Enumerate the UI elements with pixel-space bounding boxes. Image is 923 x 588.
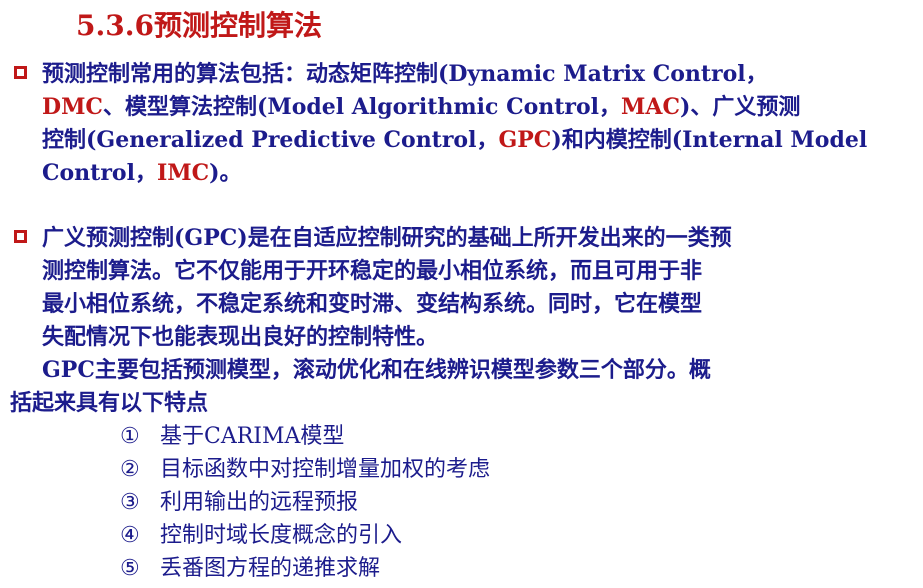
list-item: ⑤ 丢番图方程的递推求解 bbox=[120, 552, 490, 585]
list-number: ③ bbox=[120, 490, 140, 515]
para1-line-4: Control，IMC)。 bbox=[42, 157, 890, 190]
dmc-abbrev: DMC bbox=[42, 94, 103, 120]
para1-text: 预测控制常用的算法包括：动态矩阵控制(Dynamic Matrix Contro… bbox=[42, 61, 768, 87]
page-title: 5.3.6预测控制算法 bbox=[76, 9, 322, 42]
para1-text: 、模型算法控制(Model Algorithmic Control， bbox=[102, 94, 622, 120]
para1-text: 控制(Generalized Predictive Control， bbox=[42, 127, 499, 153]
algorithms-paragraph: 预测控制常用的算法包括：动态矩阵控制(Dynamic Matrix Contro… bbox=[42, 58, 890, 190]
list-number: ④ bbox=[120, 523, 140, 548]
para1-text: )和内模控制(Internal Model bbox=[551, 127, 868, 153]
para1-line-3: 控制(Generalized Predictive Control，GPC)和内… bbox=[42, 124, 890, 157]
gpc-paragraph: 广义预测控制(GPC)是在自适应控制研究的基础上所开发出来的一类预 测控制算法。… bbox=[42, 222, 890, 354]
bullet-square-icon bbox=[14, 66, 27, 79]
imc-abbrev: IMC bbox=[156, 160, 210, 186]
gpc-abbrev: GPC bbox=[498, 127, 552, 153]
para2-line: 失配情况下也能表现出良好的控制特性。 bbox=[42, 324, 439, 350]
list-text: 目标函数中对控制增量加权的考虑 bbox=[160, 457, 491, 482]
para2-line: 广义预测控制(GPC)是在自适应控制研究的基础上所开发出来的一类预 bbox=[42, 225, 732, 251]
list-item: ④ 控制时域长度概念的引入 bbox=[120, 519, 490, 552]
summary-line: 括起来具有以下特点 bbox=[10, 390, 209, 416]
list-text: 丢番图方程的递推求解 bbox=[160, 556, 381, 581]
features-list: ① 基于CARIMA模型 ② 目标函数中对控制增量加权的考虑 ③ 利用输出的远程… bbox=[120, 420, 490, 585]
para1-line-1: 预测控制常用的算法包括：动态矩阵控制(Dynamic Matrix Contro… bbox=[42, 58, 890, 91]
list-item: ② 目标函数中对控制增量加权的考虑 bbox=[120, 453, 490, 486]
para1-text: )、广义预测 bbox=[679, 94, 801, 120]
list-number: ⑤ bbox=[120, 556, 140, 581]
summary-line: GPC主要包括预测模型，滚动优化和在线辨识模型参数三个部分。概 bbox=[10, 354, 890, 387]
list-number: ② bbox=[120, 457, 140, 482]
para1-text: )。 bbox=[209, 160, 242, 186]
summary-text: GPC主要包括预测模型，滚动优化和在线辨识模型参数三个部分。概 bbox=[42, 357, 711, 383]
list-text: 利用输出的远程预报 bbox=[160, 490, 359, 515]
list-text: 控制时域长度概念的引入 bbox=[160, 523, 403, 548]
para1-line-2: DMC、模型算法控制(Model Algorithmic Control，MAC… bbox=[42, 91, 890, 124]
list-number: ① bbox=[120, 424, 140, 449]
list-text: 基于CARIMA模型 bbox=[160, 424, 345, 449]
para2-line: 测控制算法。它不仅能用于开环稳定的最小相位系统，而且可用于非 bbox=[42, 258, 703, 284]
bullet-square-icon bbox=[14, 230, 27, 243]
para1-text: Control， bbox=[42, 160, 157, 186]
gpc-summary: GPC主要包括预测模型，滚动优化和在线辨识模型参数三个部分。概 括起来具有以下特… bbox=[10, 354, 890, 420]
list-item: ③ 利用输出的远程预报 bbox=[120, 486, 490, 519]
list-item: ① 基于CARIMA模型 bbox=[120, 420, 490, 453]
para2-line: 最小相位系统，不稳定系统和变时滞、变结构系统。同时，它在模型 bbox=[42, 291, 703, 317]
mac-abbrev: MAC bbox=[621, 94, 680, 120]
